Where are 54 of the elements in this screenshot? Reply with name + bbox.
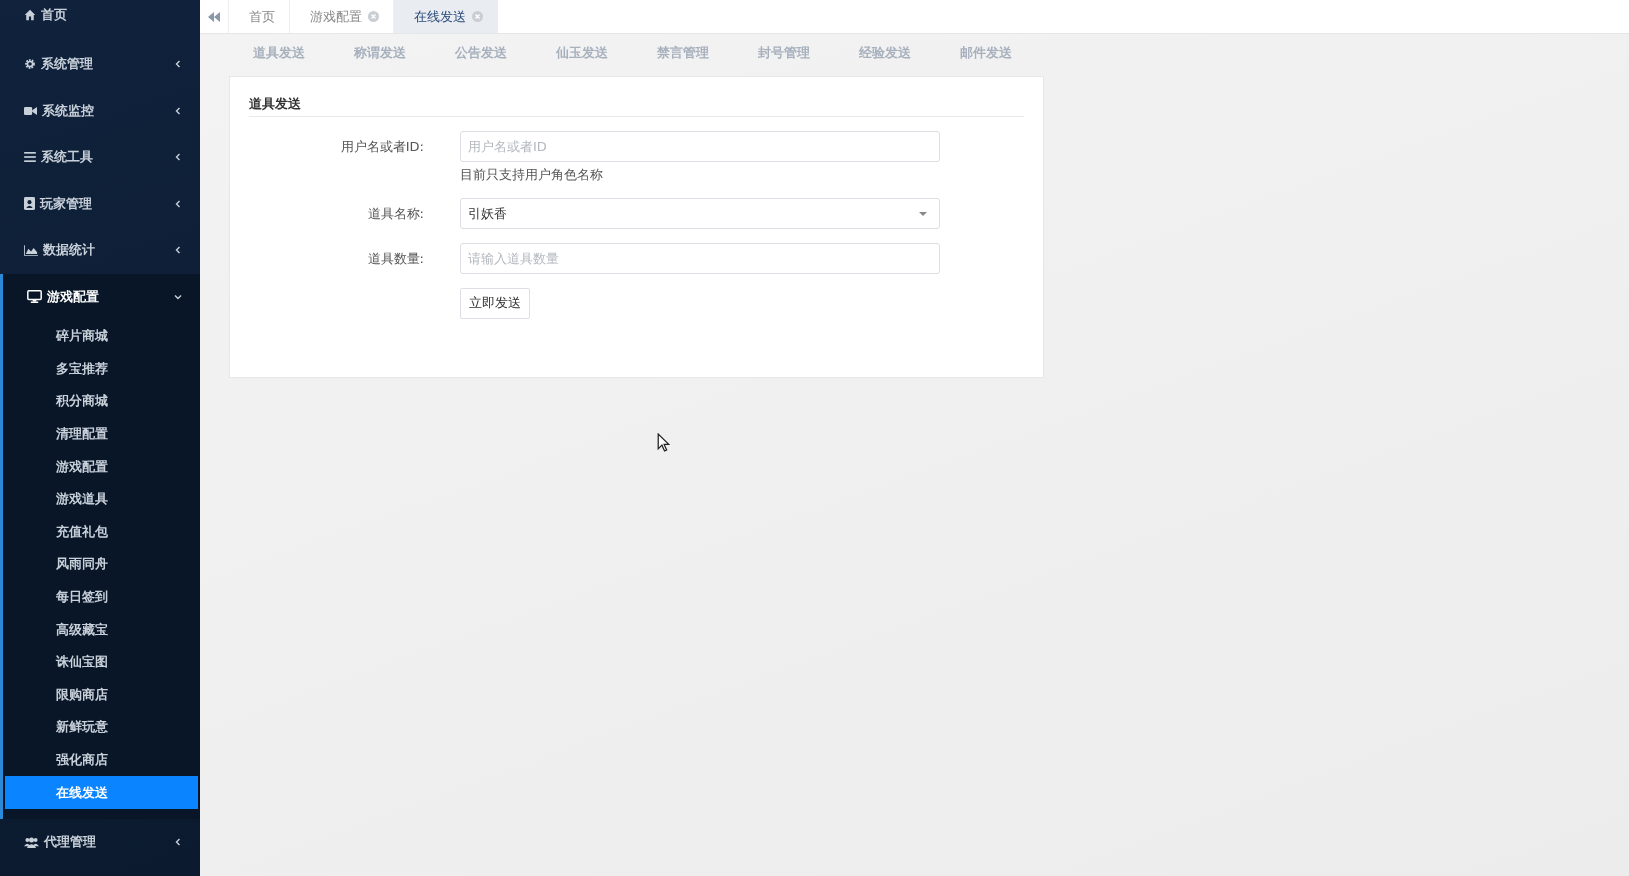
- submenu-item[interactable]: 新鲜玩意: [3, 711, 200, 744]
- submenu-item[interactable]: 限购商店: [3, 678, 200, 712]
- video-camera-icon: [24, 105, 37, 116]
- close-icon[interactable]: [368, 11, 379, 22]
- dropdown[interactable]: 引妖香: [460, 198, 940, 229]
- double-left-arrow-icon: [208, 11, 220, 22]
- sidebar-menu-item[interactable]: 系统管理: [0, 41, 200, 88]
- mouse-cursor-icon: [657, 433, 670, 452]
- close-icon[interactable]: [472, 11, 483, 22]
- submenu-item[interactable]: 强化商店: [3, 743, 200, 777]
- chevron-icon: [174, 153, 182, 162]
- sidebar-menu-item[interactable]: 代理管理: [0, 818, 200, 866]
- submenu-item[interactable]: 多宝推荐: [3, 352, 200, 386]
- monitor-icon: [27, 290, 42, 304]
- users-icon: [24, 836, 39, 848]
- input-field[interactable]: 请输入道具数量: [460, 243, 940, 274]
- submenu-item[interactable]: 游戏道具: [3, 482, 200, 516]
- submenu-item[interactable]: 游戏配置: [3, 450, 200, 483]
- field-label: 道具数量:: [366, 250, 425, 268]
- chevron-icon: [174, 106, 182, 115]
- help-text: 目前只支持用户角色名称: [460, 167, 604, 184]
- chevron-icon: [174, 292, 182, 301]
- chevron-icon: [174, 838, 182, 847]
- submenu-item[interactable]: 风雨同舟: [3, 548, 200, 581]
- send-button[interactable]: 立即发送: [460, 288, 530, 319]
- submenu-item[interactable]: 高级藏宝: [3, 613, 200, 646]
- page-tab[interactable]: 在线发送: [394, 0, 498, 33]
- input-field[interactable]: 用户名或者ID: [460, 131, 940, 162]
- page-tab[interactable]: 首页: [229, 0, 290, 33]
- submenu-item[interactable]: 积分商城: [3, 385, 200, 418]
- field-label: 用户名或者ID:: [339, 138, 425, 156]
- card-title: 道具发送: [249, 95, 1024, 117]
- sidebar-menu-item[interactable]: 系统监控: [0, 87, 200, 134]
- submenu-item[interactable]: 充值礼包: [3, 515, 200, 549]
- submenu-item[interactable]: 在线发送: [5, 776, 198, 809]
- chevron-icon: [174, 246, 182, 255]
- chevron-icon: [174, 60, 182, 69]
- id-card-icon: [24, 197, 35, 211]
- submenu-item[interactable]: 诛仙宝图: [3, 645, 200, 679]
- sidebar-menu-item[interactable]: 玩家管理: [0, 180, 200, 227]
- chevron-icon: [174, 199, 182, 208]
- submenu-item[interactable]: 清理配置: [3, 417, 200, 451]
- home-icon: [24, 9, 36, 21]
- gear-icon: [24, 58, 36, 71]
- field-label: 道具名称:: [366, 205, 425, 223]
- caret-icon: [919, 211, 927, 216]
- home-menu-item[interactable]: 首页: [0, 0, 200, 30]
- sidebar-menu-item[interactable]: 游戏配置: [3, 273, 200, 320]
- menu-icon: [24, 152, 36, 163]
- submenu-item[interactable]: 碎片商城: [3, 320, 200, 353]
- sidebar-menu-item[interactable]: 系统工具: [0, 134, 200, 181]
- area-chart-icon: [24, 244, 38, 256]
- sidebar-menu-item[interactable]: 数据统计: [0, 227, 200, 274]
- submenu-item[interactable]: 每日签到: [3, 580, 200, 614]
